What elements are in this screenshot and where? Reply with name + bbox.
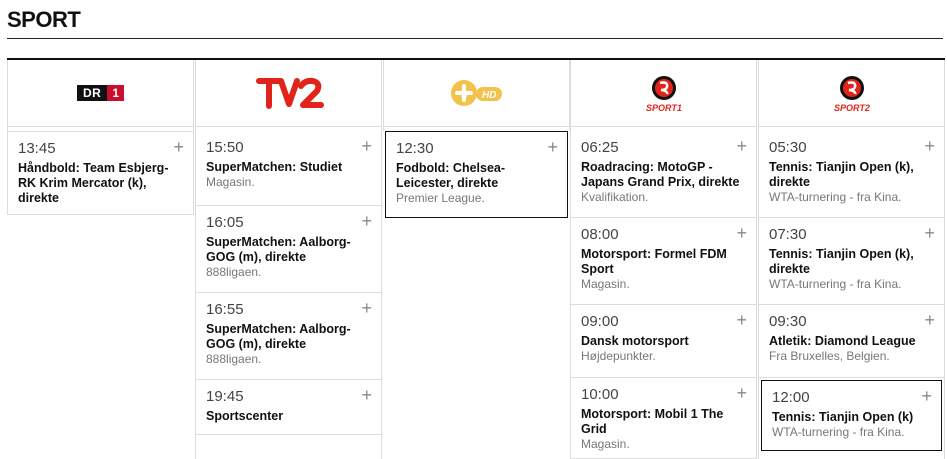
show-time: 07:30 — [769, 226, 807, 243]
show-item[interactable]: 13:45 Håndbold: Team Esbjerg-RK Krim Mer… — [7, 131, 194, 215]
channel-column-sport1: SPORT1 06:25 Roadracing: MotoGP - Japans… — [570, 60, 757, 459]
show-description: Magasin. — [581, 277, 630, 291]
sport1-logo-text: SPORT1 — [646, 103, 682, 113]
dr1-logo: DR 1 — [76, 85, 125, 101]
plus-icon[interactable]: + — [361, 386, 372, 404]
show-description: WTA-turnering - fra Kina. — [769, 277, 902, 291]
show-description: 888ligaen. — [206, 352, 262, 366]
plus-icon[interactable]: + — [736, 137, 747, 155]
show-title: Roadracing: MotoGP - Japans Grand Prix, … — [581, 160, 740, 189]
show-title: SuperMatchen: Aalborg-GOG (m), direkte — [206, 322, 351, 351]
show-description: Kvalifikation. — [581, 190, 649, 204]
show-item[interactable]: 15:50 SuperMatchen: Studiet Magasin. + — [196, 131, 381, 206]
plus-icon[interactable]: + — [361, 137, 372, 155]
channel-logo-tv2[interactable] — [195, 60, 382, 127]
show-time: 09:00 — [581, 313, 619, 330]
show-description: Magasin. — [206, 175, 255, 189]
channel-column-3plus: 3 HD 12:30 Fodbold: Chelsea-Leicester, d… — [383, 60, 570, 456]
show-item[interactable]: 07:30 Tennis: Tianjin Open (k), direkte … — [759, 218, 944, 305]
show-title: SuperMatchen: Studiet — [206, 160, 343, 174]
show-description: WTA-turnering - fra Kina. — [769, 190, 902, 204]
show-title: Dansk motorsport — [581, 334, 689, 348]
sport2-logo-icon: SPORT2 — [834, 76, 870, 113]
3plus-hd-logo-icon: 3 HD — [450, 80, 502, 106]
show-description: WTA-turnering - fra Kina. — [772, 425, 905, 439]
page-header: SPORT — [7, 4, 943, 39]
plus-icon[interactable]: + — [361, 212, 372, 230]
show-time: 16:05 — [206, 214, 244, 231]
show-description: Premier League. — [396, 191, 485, 205]
plus-icon[interactable]: + — [924, 224, 935, 242]
show-item[interactable]: 09:00 Dansk motorsport Højdepunkter. + — [571, 305, 756, 378]
show-item[interactable]: 09:30 Atletik: Diamond League Fra Bruxel… — [759, 305, 944, 378]
channel-column-dr1: DR 1 13:45 Håndbold: Team Esbjerg-RK Kri… — [7, 60, 194, 456]
plus-icon[interactable]: + — [736, 384, 747, 402]
tv2-logo-icon — [255, 77, 324, 109]
plus-icon[interactable]: + — [547, 138, 558, 156]
3plus-logo-hd: HD — [482, 90, 496, 101]
show-list-3plus: 12:30 Fodbold: Chelsea-Leicester, direkt… — [383, 131, 570, 459]
tv-guide-grid: DR 1 13:45 Håndbold: Team Esbjerg-RK Kri… — [7, 58, 945, 459]
show-time: 06:25 — [581, 139, 619, 156]
show-time: 19:45 — [206, 388, 244, 405]
show-title: Sportscenter — [206, 409, 284, 423]
show-title: Motorsport: Formel FDM Sport — [581, 247, 727, 276]
sport2-logo-text: SPORT2 — [834, 103, 870, 113]
show-item[interactable]: 16:55 SuperMatchen: Aalborg-GOG (m), dir… — [196, 293, 381, 380]
sport1-logo-icon: SPORT1 — [646, 76, 682, 113]
show-description: Fra Bruxelles, Belgien. — [769, 349, 890, 363]
show-list-dr1: 13:45 Håndbold: Team Esbjerg-RK Krim Mer… — [7, 131, 194, 459]
show-item[interactable]: 06:25 Roadracing: MotoGP - Japans Grand … — [571, 131, 756, 218]
show-item-selected[interactable]: 12:00 Tennis: Tianjin Open (k) WTA-turne… — [761, 380, 942, 451]
show-time: 08:00 — [581, 226, 619, 243]
show-time: 09:30 — [769, 313, 807, 330]
show-list-sport1: 06:25 Roadracing: MotoGP - Japans Grand … — [570, 131, 757, 459]
show-item[interactable]: 08:00 Motorsport: Formel FDM Sport Magas… — [571, 218, 756, 305]
show-item[interactable]: 16:05 SuperMatchen: Aalborg-GOG (m), dir… — [196, 206, 381, 293]
show-description: Højdepunkter. — [581, 349, 656, 363]
plus-icon[interactable]: + — [921, 387, 932, 405]
channel-logo-sport2[interactable]: SPORT2 — [758, 60, 945, 127]
show-title: Motorsport: Mobil 1 The Grid — [581, 407, 724, 436]
show-title: SuperMatchen: Aalborg-GOG (m), direkte — [206, 235, 351, 264]
dr1-logo-text: DR — [76, 85, 108, 101]
show-time: 05:30 — [769, 139, 807, 156]
show-title: Fodbold: Chelsea-Leicester, direkte — [396, 161, 506, 190]
show-item[interactable]: 10:00 Motorsport: Mobil 1 The Grid Magas… — [571, 378, 756, 459]
channel-logo-3plus[interactable]: 3 HD — [383, 60, 570, 127]
show-list-tv2: 15:50 SuperMatchen: Studiet Magasin. + 1… — [195, 131, 382, 459]
show-item[interactable]: 05:30 Tennis: Tianjin Open (k), direkte … — [759, 131, 944, 218]
3plus-logo-number: 3 — [461, 89, 467, 101]
plus-icon[interactable]: + — [173, 138, 184, 156]
show-time: 12:30 — [396, 140, 434, 157]
show-list-sport2: 05:30 Tennis: Tianjin Open (k), direkte … — [758, 131, 945, 459]
plus-icon[interactable]: + — [924, 311, 935, 329]
page-title: SPORT — [7, 7, 81, 32]
channel-column-tv2: 15:50 SuperMatchen: Studiet Magasin. + 1… — [195, 60, 382, 459]
plus-icon[interactable]: + — [736, 224, 747, 242]
show-description: 888ligaen. — [206, 265, 262, 279]
plus-icon[interactable]: + — [361, 299, 372, 317]
show-time: 15:50 — [206, 139, 244, 156]
show-title: Atletik: Diamond League — [769, 334, 916, 348]
show-title: Håndbold: Team Esbjerg-RK Krim Mercator … — [18, 161, 169, 205]
show-item[interactable]: 19:45 Sportscenter + — [196, 380, 381, 435]
show-time: 13:45 — [18, 140, 56, 157]
channel-column-sport2: SPORT2 05:30 Tennis: Tianjin Open (k), d… — [758, 60, 945, 459]
show-title: Tennis: Tianjin Open (k), direkte — [769, 247, 914, 276]
channel-logo-dr1[interactable]: DR 1 — [7, 60, 194, 127]
show-item-selected[interactable]: 12:30 Fodbold: Chelsea-Leicester, direkt… — [385, 131, 568, 218]
show-time: 12:00 — [772, 389, 810, 406]
plus-icon[interactable]: + — [924, 137, 935, 155]
plus-icon[interactable]: + — [736, 311, 747, 329]
show-time: 16:55 — [206, 301, 244, 318]
show-description: Magasin. — [581, 437, 630, 451]
channel-logo-sport1[interactable]: SPORT1 — [570, 60, 757, 127]
show-time: 10:00 — [581, 386, 619, 403]
show-title: Tennis: Tianjin Open (k) — [772, 410, 914, 424]
show-title: Tennis: Tianjin Open (k), direkte — [769, 160, 914, 189]
dr1-logo-number: 1 — [107, 85, 125, 101]
